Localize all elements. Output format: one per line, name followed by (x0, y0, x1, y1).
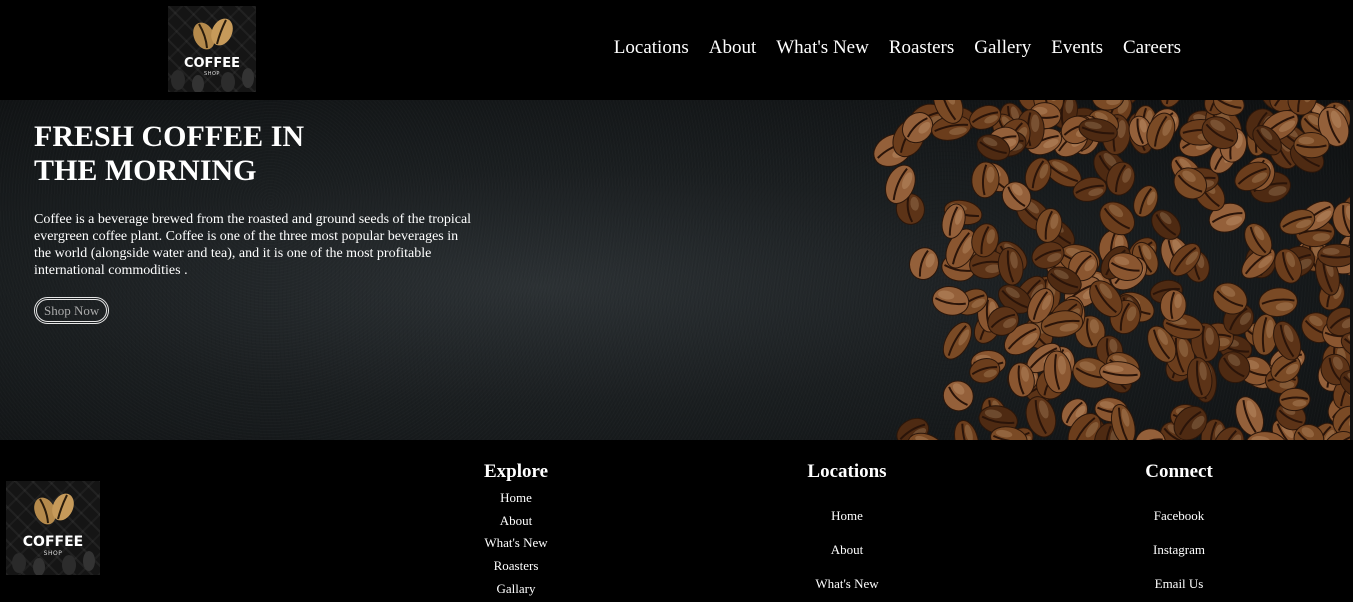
nav-roasters[interactable]: Roasters (889, 36, 954, 60)
hero-title: FRESH COFFEE IN THE MORNING (34, 120, 305, 187)
footer-explore-title: Explore (483, 461, 549, 482)
footer-connect-column: Connect Facebook Instagram Email Us (1119, 460, 1239, 601)
nav-whats-new[interactable]: What's New (776, 36, 869, 60)
coffee-shop-logo[interactable]: COFFEE SHOP (168, 6, 256, 92)
nav-locations[interactable]: Locations (614, 36, 689, 60)
site-footer: COFFEE SHOP Explore Home About What's Ne… (0, 440, 1353, 602)
main-nav: Locations About What's New Roasters Gall… (614, 36, 1181, 60)
nav-about[interactable]: About (709, 36, 757, 60)
footer-link-home[interactable]: Home (787, 499, 907, 533)
hero-banner: FRESH COFFEE IN THE MORNING Coffee is a … (0, 100, 1353, 440)
nav-careers[interactable]: Careers (1123, 36, 1181, 60)
coffee-beans-icon (34, 493, 74, 525)
coffee-beans-icon (193, 18, 233, 50)
footer-link-email[interactable]: Email Us (1119, 567, 1239, 601)
footer-link-whats-new[interactable]: What's New (787, 567, 907, 601)
footer-connect-title: Connect (1145, 461, 1213, 482)
leaf-decoration-icon (12, 551, 95, 575)
nav-gallery[interactable]: Gallery (974, 36, 1031, 60)
shop-now-button[interactable]: Shop Now (34, 297, 110, 324)
footer-link-about[interactable]: About (787, 533, 907, 567)
footer-locations-title: Locations (807, 461, 887, 482)
footer-link-about[interactable]: About (456, 510, 576, 533)
leaf-decoration-icon (171, 68, 254, 92)
footer-link-facebook[interactable]: Facebook (1119, 499, 1239, 533)
nav-events[interactable]: Events (1051, 36, 1103, 60)
footer-link-instagram[interactable]: Instagram (1119, 533, 1239, 567)
hero-description: Coffee is a beverage brewed from the roa… (34, 212, 472, 278)
footer-link-home[interactable]: Home (456, 487, 576, 510)
footer-coffee-shop-logo[interactable]: COFFEE SHOP (6, 481, 100, 575)
footer-link-roasters[interactable]: Roasters (456, 555, 576, 578)
footer-link-gallery[interactable]: Gallary (456, 578, 576, 601)
footer-link-whats-new[interactable]: What's New (456, 532, 576, 555)
site-header: COFFEE SHOP Locations About What's New R… (0, 0, 1353, 100)
footer-explore-column: Explore Home About What's New Roasters G… (456, 460, 576, 601)
footer-locations-column: Locations Home About What's New (787, 460, 907, 601)
